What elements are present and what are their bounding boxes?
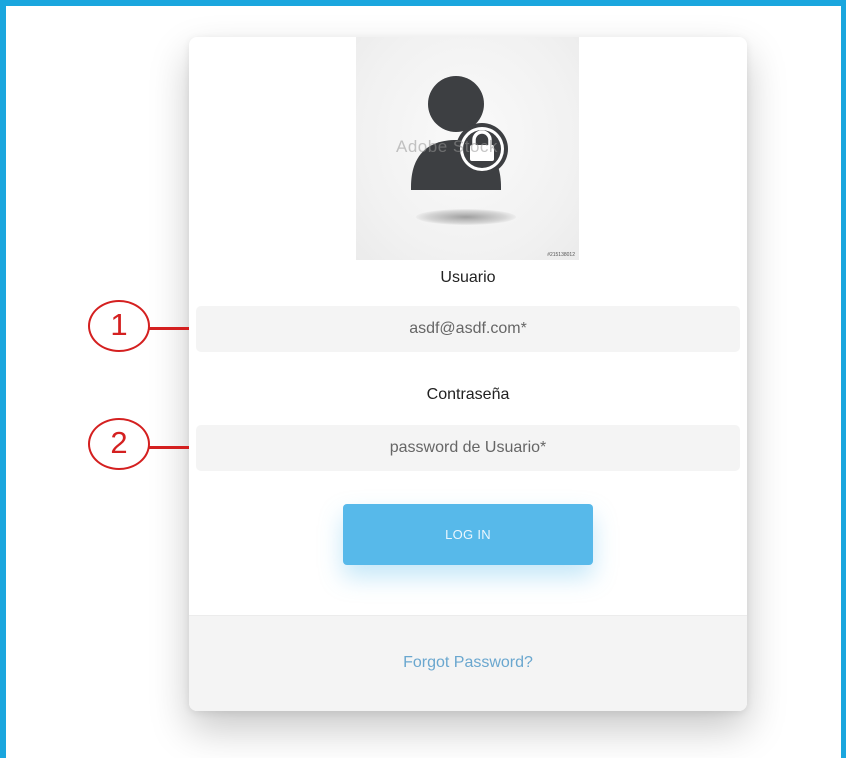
login-button[interactable]: LOG IN xyxy=(343,504,593,565)
stock-watermark: Adobe Stock xyxy=(396,137,498,156)
card-footer: Forgot Password? xyxy=(189,615,747,711)
callout-2-pointer xyxy=(149,446,189,449)
callout-2: 2 xyxy=(88,418,150,470)
username-label: Usuario xyxy=(440,269,496,286)
username-input[interactable]: asdf@asdf.com* xyxy=(196,306,740,352)
password-label: Contraseña xyxy=(426,386,510,403)
callout-1-pointer xyxy=(149,327,189,330)
login-card: Adobe Stock #215138012 Usuario asdf@asdf… xyxy=(189,37,747,711)
password-input[interactable]: password de Usuario* xyxy=(196,425,740,471)
callout-1: 1 xyxy=(88,300,150,352)
avatar-image: Adobe Stock #215138012 xyxy=(356,37,579,260)
stock-id: #215138012 xyxy=(547,252,575,258)
forgot-password-link[interactable]: Forgot Password? xyxy=(189,654,747,672)
